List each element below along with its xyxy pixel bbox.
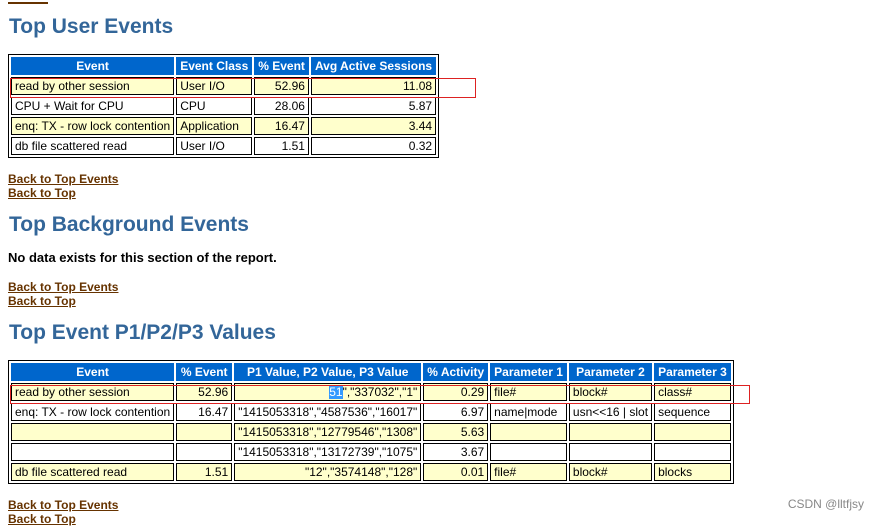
table-row: "1415053318","13172739","1075" 3.67 [11, 443, 731, 461]
event-cell [11, 443, 175, 461]
p-values-cell: "1415053318","13172739","1075" [234, 443, 422, 461]
table-header-row: Event % Event P1 Value, P2 Value, P3 Val… [11, 363, 731, 381]
annotation-box-user-row [10, 78, 476, 98]
back-to-top-link[interactable]: Back to Top [8, 186, 76, 200]
column-header: % Event [176, 363, 233, 381]
heading-top-background-events: Top Background Events [9, 213, 249, 236]
column-header: Event [11, 57, 175, 75]
table-row: db file scattered read 1.51 "12","357414… [11, 463, 731, 481]
avg-active-sessions-cell: 5.87 [310, 97, 437, 115]
parameter3-cell [654, 443, 731, 461]
event-cell: db file scattered read [11, 463, 175, 481]
top-event-p1p2p3-table: Event % Event P1 Value, P2 Value, P3 Val… [8, 360, 734, 484]
column-header: Event [11, 363, 175, 381]
pct-event-cell: 1.51 [254, 137, 309, 155]
activity-cell: 5.63 [423, 423, 489, 441]
activity-cell: 0.01 [423, 463, 489, 481]
parameter2-cell [568, 423, 653, 441]
pct-event-cell [176, 443, 233, 461]
table-header-row: Event Event Class % Event Avg Active Ses… [11, 57, 437, 75]
event-cell: enq: TX - row lock contention [11, 403, 175, 421]
parameter3-cell: sequence [654, 403, 731, 421]
column-header: % Activity [423, 363, 489, 381]
pct-event-cell [176, 423, 233, 441]
event-cell: db file scattered read [11, 137, 175, 155]
back-to-top-events-link[interactable]: Back to Top Events [8, 498, 118, 512]
heading-top-event-p1p2p3-values: Top Event P1/P2/P3 Values [9, 321, 276, 344]
parameter3-cell: blocks [654, 463, 731, 481]
pct-event-cell: 16.47 [254, 117, 309, 135]
column-header: Avg Active Sessions [310, 57, 437, 75]
column-header: Event Class [176, 57, 253, 75]
back-to-top-events-link[interactable]: Back to Top Events [8, 172, 118, 186]
pct-event-cell: 1.51 [176, 463, 233, 481]
back-to-top-link[interactable]: Back to Top [8, 294, 76, 308]
column-header: Parameter 2 [568, 363, 653, 381]
parameter2-cell: usn<<16 | slot [568, 403, 653, 421]
column-header: % Event [254, 57, 309, 75]
heading-top-user-events: Top User Events [9, 15, 174, 38]
top-user-events-table: Event Event Class % Event Avg Active Ses… [8, 54, 440, 158]
parameter2-cell [568, 443, 653, 461]
avg-active-sessions-cell: 3.44 [310, 117, 437, 135]
watermark: CSDN @lltfjsy [787, 497, 864, 511]
pct-event-cell: 16.47 [176, 403, 233, 421]
event-cell: enq: TX - row lock contention [11, 117, 175, 135]
table-row: db file scattered read User I/O 1.51 0.3… [11, 137, 437, 155]
avg-active-sessions-cell: 0.32 [310, 137, 437, 155]
column-header: P1 Value, P2 Value, P3 Value [234, 363, 422, 381]
table-row: CPU + Wait for CPU CPU 28.06 5.87 [11, 97, 437, 115]
event-class-cell: User I/O [176, 137, 253, 155]
column-header: Parameter 1 [490, 363, 567, 381]
parameter1-cell: name|mode [490, 403, 567, 421]
back-to-top-link[interactable]: Back to Top [8, 512, 76, 526]
annotation-box-p-row [10, 385, 750, 404]
table-row: enq: TX - row lock contention Applicatio… [11, 117, 437, 135]
truncated-link-top [8, 0, 48, 4]
no-data-message: No data exists for this section of the r… [8, 250, 277, 265]
back-to-top-events-link[interactable]: Back to Top Events [8, 280, 118, 294]
parameter2-cell: block# [568, 463, 653, 481]
event-class-cell: CPU [176, 97, 253, 115]
event-class-cell: Application [176, 117, 253, 135]
table-row: "1415053318","12779546","1308" 5.63 [11, 423, 731, 441]
event-cell: CPU + Wait for CPU [11, 97, 175, 115]
parameter1-cell: file# [490, 463, 567, 481]
event-cell [11, 423, 175, 441]
parameter1-cell [490, 443, 567, 461]
column-header: Parameter 3 [654, 363, 731, 381]
pct-event-cell: 28.06 [254, 97, 309, 115]
p-values-cell: "1415053318","4587536","16017" [234, 403, 422, 421]
activity-cell: 3.67 [423, 443, 489, 461]
table-row: enq: TX - row lock contention 16.47 "141… [11, 403, 731, 421]
p-values-cell: "1415053318","12779546","1308" [234, 423, 422, 441]
p-values-cell: "12","3574148","128" [234, 463, 422, 481]
activity-cell: 6.97 [423, 403, 489, 421]
parameter3-cell [654, 423, 731, 441]
parameter1-cell [490, 423, 567, 441]
